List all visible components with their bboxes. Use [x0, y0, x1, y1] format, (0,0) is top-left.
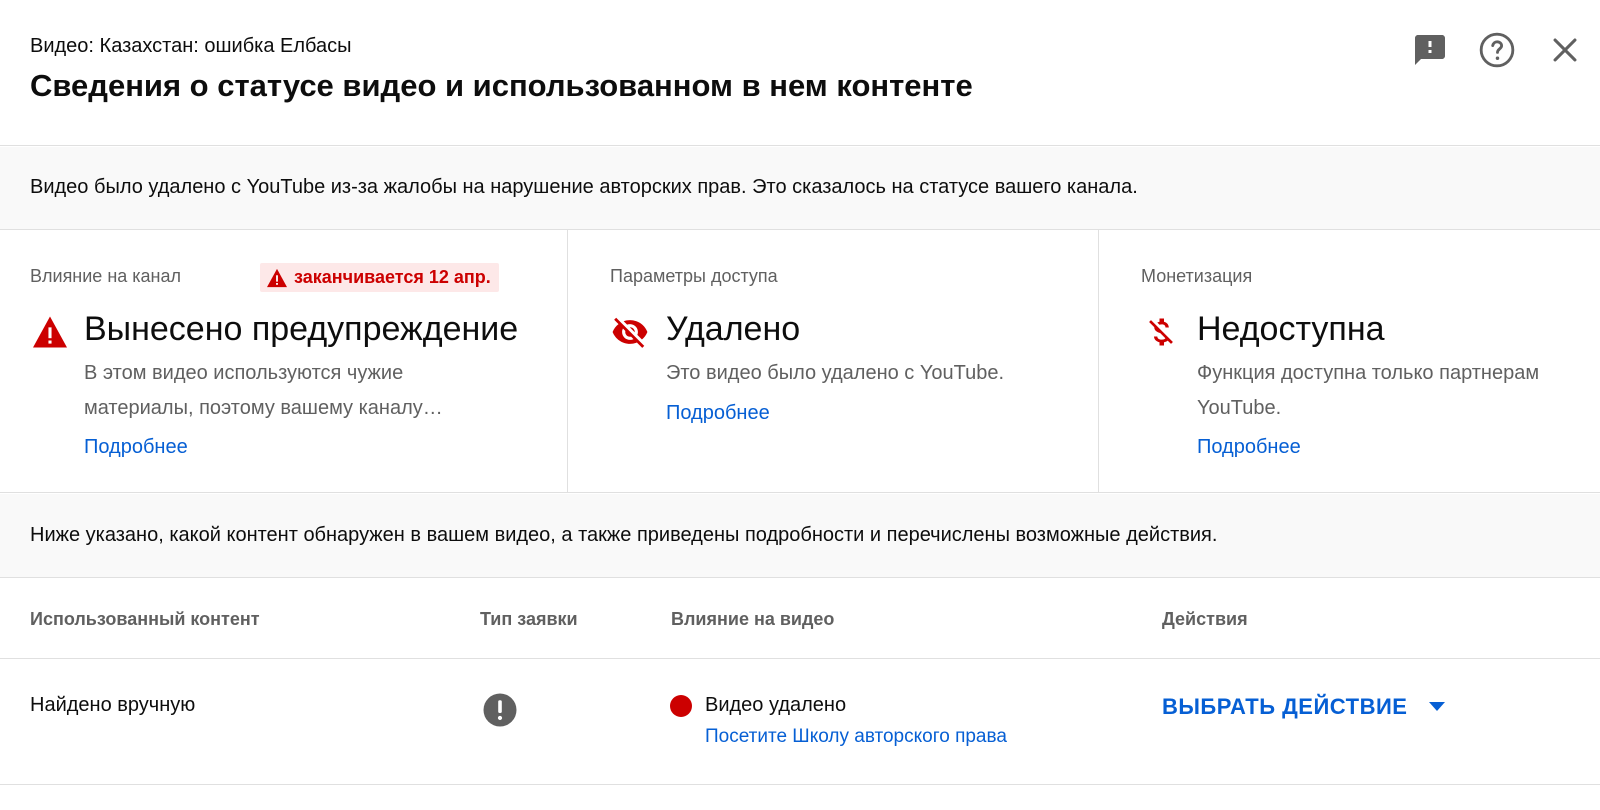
removal-notice-text: Видео было удалено с YouTube из-за жалоб…: [30, 176, 1138, 198]
content-source-cell: Найдено вручную: [30, 694, 196, 716]
visibility-card: Параметры доступа Удалено Это видео было…: [567, 230, 1098, 493]
close-icon[interactable]: [1545, 30, 1585, 70]
visibility-label: Параметры доступа: [610, 266, 778, 286]
copyright-strike-icon[interactable]: [482, 692, 518, 728]
badge-warning-icon: [267, 268, 287, 287]
claims-table-header: Использованный контент Тип заявки Влияни…: [0, 579, 1600, 659]
video-impact-text: Видео удалено: [705, 694, 847, 716]
strike-expiry-badge: заканчивается 12 апр.: [260, 263, 499, 292]
visibility-off-icon: [610, 312, 650, 352]
removed-status-dot: [670, 695, 692, 717]
channel-impact-description: В этом видео используются чужие материал…: [84, 356, 443, 426]
channel-impact-title: Вынесено предупреждение: [84, 310, 519, 348]
monetization-desc-line: Функция доступна только партнерам: [1197, 362, 1540, 384]
channel-impact-label: Влияние на канал: [30, 266, 182, 286]
content-found-banner: Ниже указано, какой контент обнаружен в …: [0, 494, 1600, 578]
channel-impact-learn-more-link[interactable]: Подробнее: [84, 436, 188, 459]
dialog-title: Сведения о статусе видео и использованно…: [30, 68, 973, 103]
channel-impact-card: Влияние на канал заканчивается 12 апр. В…: [0, 230, 567, 493]
content-found-text: Ниже указано, какой контент обнаружен в …: [30, 524, 1218, 546]
status-cards: Влияние на канал заканчивается 12 апр. В…: [0, 230, 1600, 493]
visibility-description: Это видео было удалено с YouTube.: [666, 356, 1004, 391]
money-off-icon: [1141, 312, 1181, 352]
column-header-content: Использованный контент: [30, 609, 260, 629]
dropdown-arrow-icon: [1429, 702, 1446, 711]
select-action-button[interactable]: ВЫБРАТЬ ДЕЙСТВИЕ: [1162, 690, 1446, 724]
visibility-title: Удалено: [666, 310, 801, 348]
select-action-label: ВЫБРАТЬ ДЕЙСТВИЕ: [1162, 694, 1408, 719]
monetization-label: Монетизация: [1141, 266, 1253, 286]
visibility-learn-more-link[interactable]: Подробнее: [666, 402, 770, 425]
column-header-actions: Действия: [1162, 609, 1248, 629]
dialog-header: Видео: Казахстан: ошибка Елбасы Сведения…: [0, 0, 1600, 146]
column-header-claim-type: Тип заявки: [480, 609, 578, 629]
copyright-school-link[interactable]: Посетите Школу авторского права: [705, 726, 1007, 748]
channel-impact-desc-line: В этом видео используются чужие: [84, 362, 404, 384]
video-title-line: Видео: Казахстан: ошибка Елбасы: [30, 35, 352, 57]
monetization-title: Недоступна: [1197, 310, 1385, 348]
monetization-learn-more-link[interactable]: Подробнее: [1197, 436, 1301, 459]
monetization-card: Монетизация Недоступна Функция доступна …: [1098, 230, 1600, 493]
visibility-desc-line: Это видео было удалено с YouTube.: [666, 362, 1005, 384]
feedback-icon[interactable]: [1410, 30, 1450, 70]
channel-impact-desc-line: материалы, поэтому вашему каналу…: [84, 397, 443, 419]
column-header-impact: Влияние на видео: [671, 609, 835, 629]
removal-notice-banner: Видео было удалено с YouTube из-за жалоб…: [0, 147, 1600, 230]
strike-expiry-text: заканчивается 12 апр.: [294, 267, 491, 287]
warning-icon: [30, 312, 70, 352]
table-row: Найдено вручную Видео удалено Посетите Ш…: [0, 660, 1600, 785]
monetization-desc-line: YouTube.: [1197, 397, 1282, 419]
monetization-description: Функция доступна только партнерам YouTub…: [1197, 356, 1539, 426]
help-icon[interactable]: [1477, 30, 1517, 70]
